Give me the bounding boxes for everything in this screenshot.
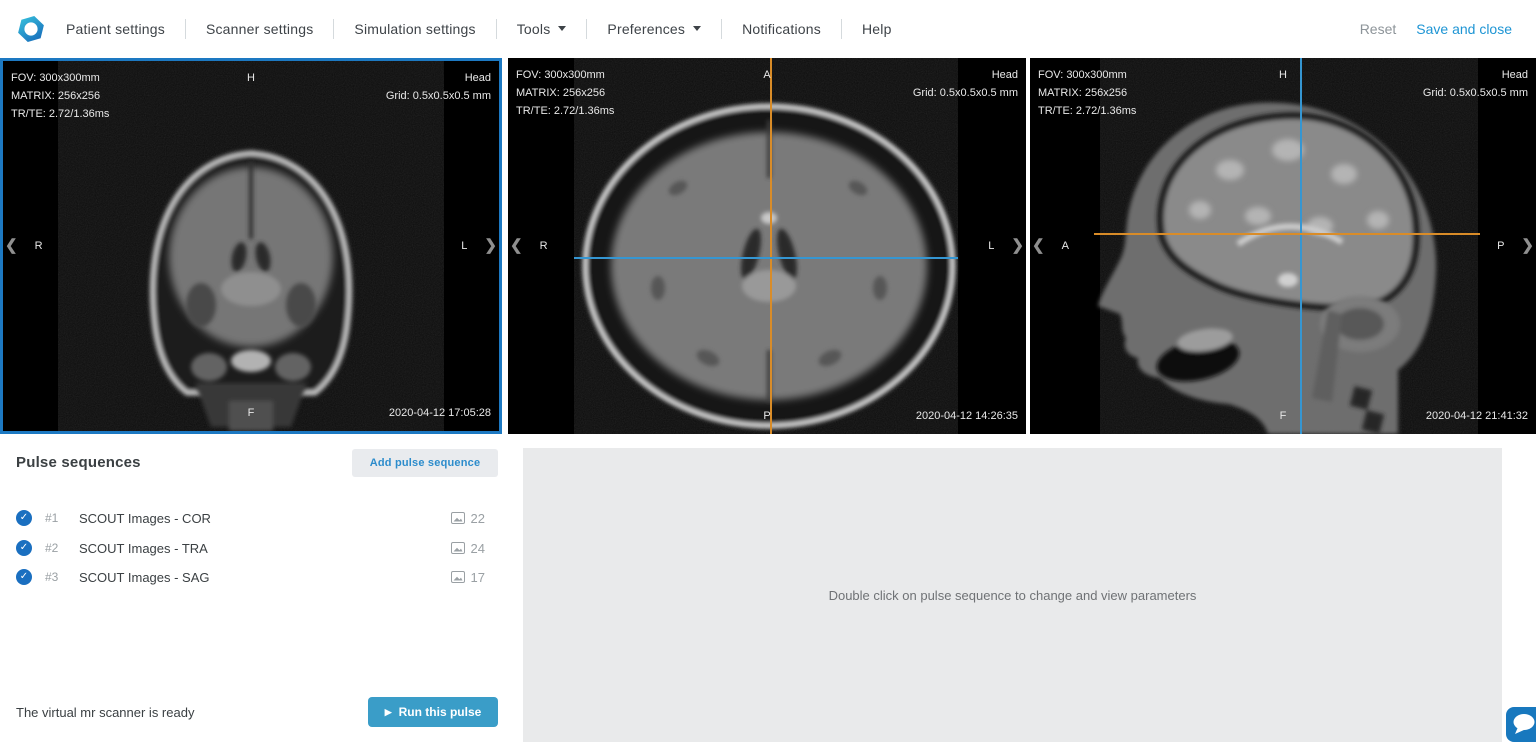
viewport-sagittal[interactable]: FOV: 300x300mm MATRIX: 256x256 TR/TE: 2.… [1030,58,1536,434]
chevron-right-icon[interactable]: ❯ [1011,237,1024,255]
viewport-row: FOV: 300x300mm MATRIX: 256x256 TR/TE: 2.… [0,58,1536,434]
sequence-number: #2 [45,541,59,555]
nav-tools[interactable]: Tools [497,21,587,37]
region-grid-overlay: Head Grid: 0.5x0.5x0.5 mm [913,66,1018,102]
orientation-right-label: L [988,240,995,252]
navbar-actions: Reset Save and close [1360,21,1512,37]
mr-simulator-app: Patient settings Scanner settings Simula… [0,0,1536,742]
viewport-axial[interactable]: FOV: 300x300mm MATRIX: 256x256 TR/TE: 2.… [508,58,1026,434]
chevron-left-icon[interactable]: ❮ [1032,237,1045,255]
scanner-status-text: The virtual mr scanner is ready [16,705,195,720]
nav-preferences[interactable]: Preferences [587,21,721,37]
matrix-value: MATRIX: 256x256 [1038,87,1128,99]
crosshair-horizontal-blue[interactable] [574,256,958,259]
trte-value: TR/TE: 2.72/1.36ms [11,108,110,120]
image-count: 22 [470,510,485,526]
viewport-coronal[interactable]: FOV: 300x300mm MATRIX: 256x256 TR/TE: 2.… [0,58,502,434]
add-pulse-sequence-button[interactable]: Add pulse sequence [352,449,498,477]
chevron-down-icon [693,26,702,35]
image-count-icon [450,512,465,524]
pulse-sequence-row[interactable]: ✓ #1 SCOUT Images - COR 22 [16,503,485,533]
app-logo-icon[interactable] [16,14,46,44]
right-edge-controls: L ❯ [461,237,497,255]
nav-tools-label: Tools [516,21,551,37]
region-grid-overlay: Head Grid: 0.5x0.5x0.5 mm [386,69,491,105]
run-this-pulse-button[interactable]: ▶ Run this pulse [368,697,498,727]
parameters-panel: Double click on pulse sequence to change… [523,448,1502,742]
sequence-number: #1 [45,511,59,525]
scan-timestamp: 2020-04-12 21:41:32 [1425,410,1528,422]
chevron-left-icon[interactable]: ❮ [510,237,523,255]
right-edge-controls: P ❯ [1497,237,1534,255]
nav-preferences-label: Preferences [607,21,686,37]
chevron-left-icon[interactable]: ❮ [5,237,18,255]
sequence-name: SCOUT Images - TRA [79,540,208,556]
nav-notifications[interactable]: Notifications [722,21,841,37]
right-edge-controls: L ❯ [988,237,1024,255]
sequence-name: SCOUT Images - SAG [79,569,210,585]
region-label: Head [464,72,491,84]
main-menu: Patient settings Scanner settings Simula… [46,0,912,58]
image-count-icon [450,571,465,583]
crosshair-horizontal-orange[interactable] [1094,232,1480,235]
grid-value: Grid: 0.5x0.5x0.5 mm [1422,87,1528,99]
bottom-area: Pulse sequences Add pulse sequence ✓ #1 … [0,434,1536,742]
save-and-close-button[interactable]: Save and close [1416,21,1512,37]
left-edge-controls: ❮ A [1032,237,1069,255]
sequence-number: #3 [45,570,59,584]
nav-simulation-settings[interactable]: Simulation settings [334,21,495,37]
orientation-left-label: R [34,240,43,252]
image-count: 17 [470,569,485,585]
pulse-sequence-row[interactable]: ✓ #3 SCOUT Images - SAG 17 [16,562,485,592]
scan-timestamp: 2020-04-12 14:26:35 [915,410,1018,422]
chat-button[interactable] [1506,707,1536,742]
orientation-left-label: R [539,240,548,252]
nav-help[interactable]: Help [842,21,912,37]
orientation-right-label: L [461,240,468,252]
run-button-label: Run this pulse [398,705,482,719]
chevron-right-icon[interactable]: ❯ [484,237,497,255]
sequence-name: SCOUT Images - COR [79,510,211,526]
nav-patient-settings[interactable]: Patient settings [46,21,185,37]
crosshair-vertical-orange[interactable] [769,58,772,434]
orientation-right-label: P [1497,240,1505,252]
grid-value: Grid: 0.5x0.5x0.5 mm [385,90,491,102]
check-circle-icon[interactable]: ✓ [16,510,32,526]
region-label: Head [1501,69,1528,81]
orientation-left-label: A [1061,240,1069,252]
pulse-sequence-row[interactable]: ✓ #2 SCOUT Images - TRA 24 [16,533,485,563]
region-label: Head [991,69,1018,81]
nav-scanner-settings[interactable]: Scanner settings [186,21,333,37]
left-edge-controls: ❮ R [510,237,548,255]
pulse-sequences-title: Pulse sequences [16,454,141,471]
check-circle-icon[interactable]: ✓ [16,540,32,556]
reset-button[interactable]: Reset [1360,21,1397,37]
top-navbar: Patient settings Scanner settings Simula… [0,0,1536,58]
grid-value: Grid: 0.5x0.5x0.5 mm [912,87,1018,99]
region-grid-overlay: Head Grid: 0.5x0.5x0.5 mm [1423,66,1528,102]
matrix-value: MATRIX: 256x256 [516,87,606,99]
chevron-right-icon[interactable]: ❯ [1521,237,1534,255]
chat-bubble-icon [1513,714,1535,734]
play-icon: ▶ [384,706,392,717]
crosshair-vertical-blue[interactable] [1300,58,1303,434]
left-edge-controls: ❮ R [5,237,43,255]
parameters-hint-text: Double click on pulse sequence to change… [828,587,1197,603]
chevron-down-icon [558,26,567,35]
matrix-value: MATRIX: 256x256 [11,90,101,102]
image-count: 24 [470,540,485,556]
trte-value: TR/TE: 2.72/1.36ms [516,105,615,117]
image-count-icon [450,542,465,554]
trte-value: TR/TE: 2.72/1.36ms [1038,105,1137,117]
check-circle-icon[interactable]: ✓ [16,569,32,585]
scan-timestamp: 2020-04-12 17:05:28 [388,407,491,419]
